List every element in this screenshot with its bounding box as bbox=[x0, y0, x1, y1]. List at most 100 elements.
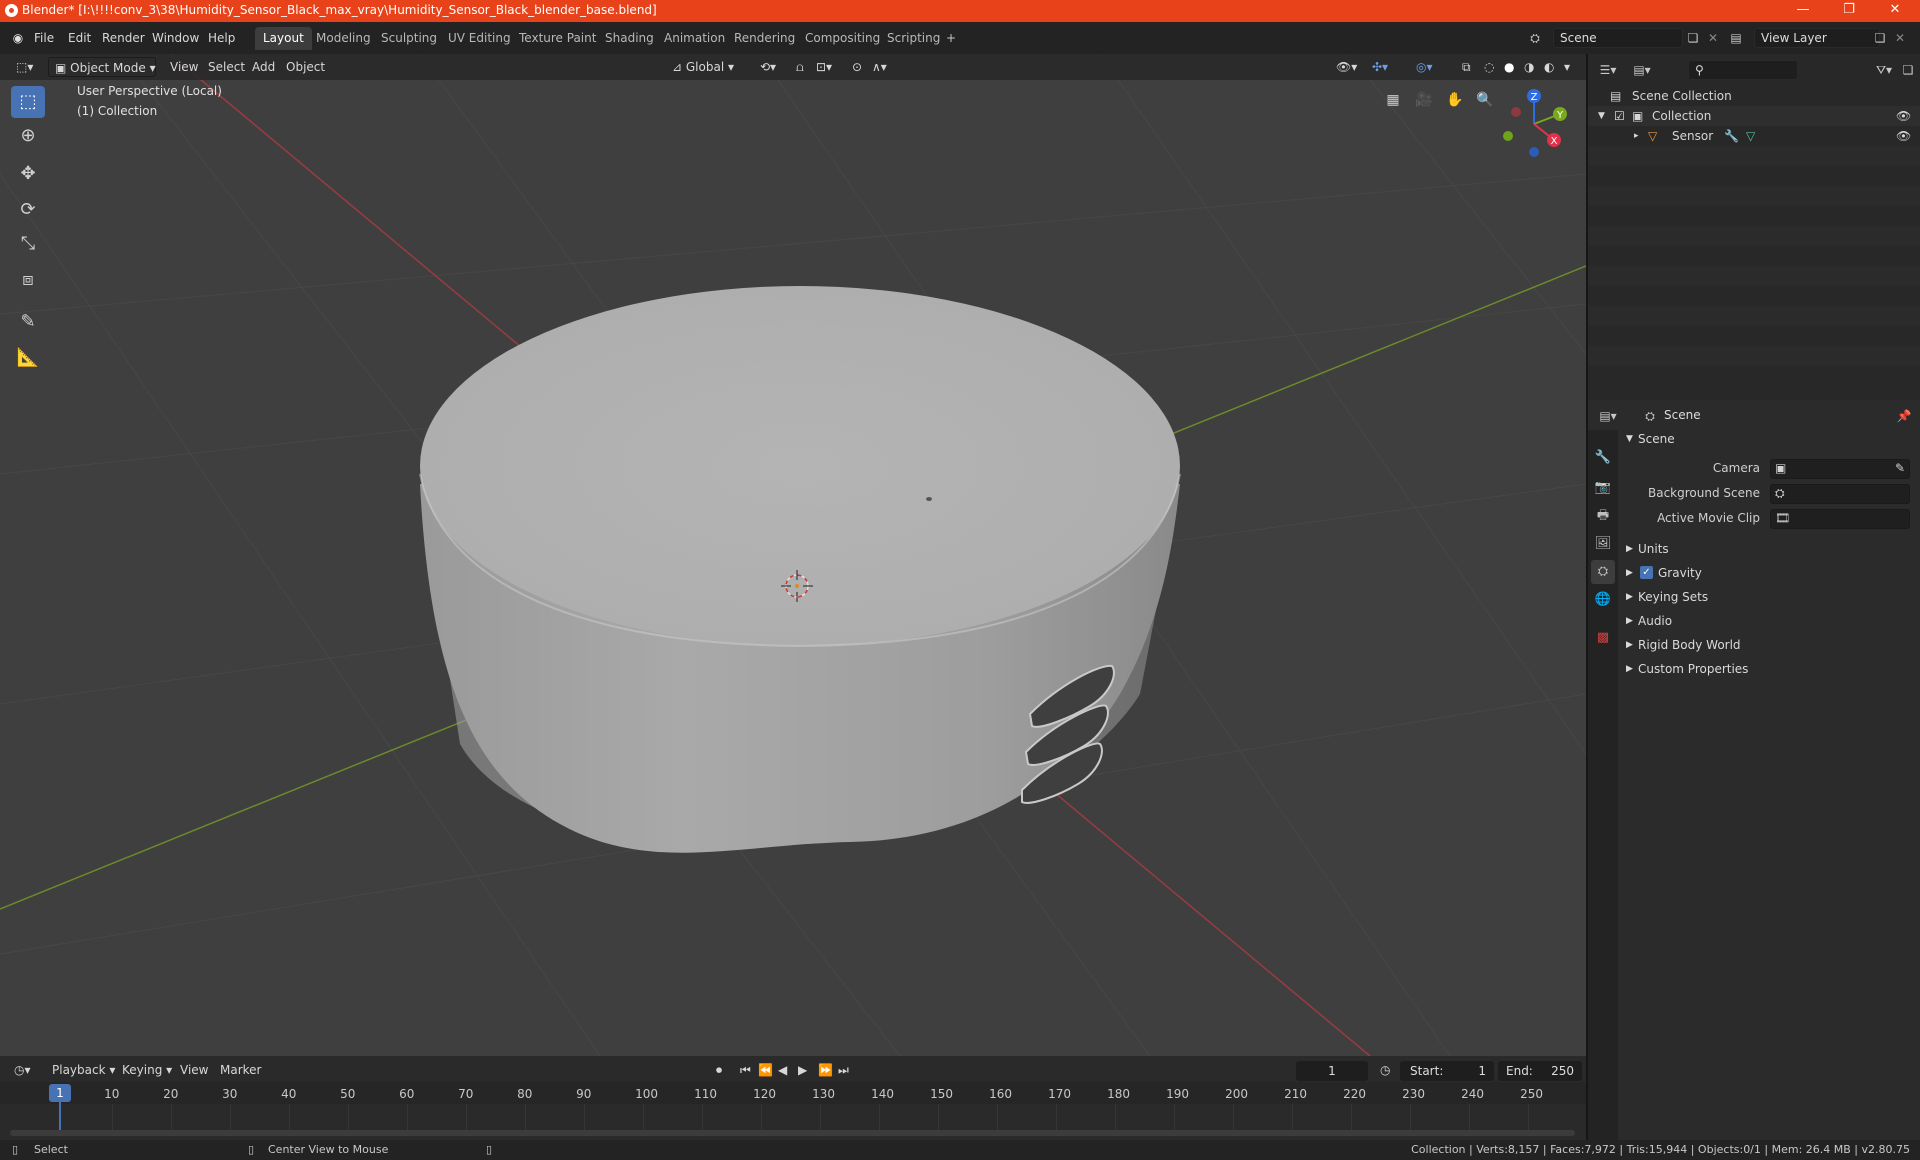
camera-field[interactable]: ▣ ✎ bbox=[1770, 459, 1910, 479]
menu-help[interactable]: Help bbox=[208, 28, 235, 48]
outliner-search-input[interactable]: ⚲ bbox=[1688, 60, 1798, 80]
orientation-dropdown[interactable]: ⊿ Global ▾ bbox=[666, 57, 740, 77]
camera-view-icon[interactable]: 🎥 bbox=[1410, 86, 1438, 114]
render-tab-icon[interactable]: 📷 bbox=[1591, 476, 1615, 500]
jump-end-icon[interactable]: ⏭ bbox=[832, 1060, 855, 1080]
shading-options-icon[interactable]: ▾ bbox=[1558, 57, 1576, 77]
editor-type-icon[interactable]: ⬚▾ bbox=[10, 57, 39, 77]
preview-range-icon[interactable]: ◷ bbox=[1374, 1060, 1396, 1080]
active-movie-clip-field[interactable]: 🎞 bbox=[1770, 509, 1910, 529]
play-reverse-icon[interactable]: ◀ bbox=[772, 1060, 793, 1080]
delete-view-layer-icon[interactable]: ✕ bbox=[1890, 28, 1910, 48]
playback-menu[interactable]: Playback ▾ bbox=[46, 1060, 121, 1080]
select-menu[interactable]: Select bbox=[202, 57, 251, 77]
background-scene-field[interactable]: ⛭ bbox=[1770, 484, 1910, 504]
gravity-checkbox[interactable]: ✓ bbox=[1640, 566, 1653, 579]
filter-icon[interactable]: ⛛▾ bbox=[1874, 60, 1894, 80]
cursor-tool-icon[interactable]: ⊕ bbox=[11, 120, 45, 152]
properties-editor-type-icon[interactable]: ▤▾ bbox=[1598, 406, 1618, 426]
timeline-scrollbar[interactable] bbox=[10, 1130, 1575, 1136]
tool-tab-icon[interactable]: 🔧 bbox=[1591, 446, 1615, 470]
menu-window[interactable]: Window bbox=[152, 28, 199, 48]
menu-edit[interactable]: Edit bbox=[68, 28, 91, 48]
mesh-data-icon[interactable]: ▽ bbox=[1746, 126, 1755, 146]
navigation-gizmo[interactable]: Z Y X bbox=[1494, 84, 1574, 164]
custom-properties-panel[interactable]: ▶ Custom Properties bbox=[1620, 657, 1920, 681]
view-layer-tab-icon[interactable]: 🖼 bbox=[1591, 532, 1615, 556]
visibility-icon[interactable]: 👁▾ bbox=[1330, 57, 1363, 77]
object-menu[interactable]: Object bbox=[280, 57, 331, 77]
outliner-row-scene-collection[interactable]: ▤ Scene Collection bbox=[1588, 86, 1920, 106]
sensor-object[interactable] bbox=[419, 286, 1181, 853]
view-layer-field[interactable]: View Layer bbox=[1754, 28, 1880, 48]
tab-layout[interactable]: Layout bbox=[255, 27, 312, 50]
collection-checkbox-icon[interactable]: ☑ bbox=[1614, 106, 1625, 126]
collection-visibility-icon[interactable]: 👁 bbox=[1896, 106, 1911, 126]
blender-menu-icon[interactable]: ◉ bbox=[8, 28, 28, 48]
menu-file[interactable]: File bbox=[34, 28, 54, 48]
tab-shading[interactable]: Shading bbox=[597, 27, 662, 50]
display-mode-icon[interactable]: ▤▾ bbox=[1632, 60, 1652, 80]
record-icon[interactable]: ⏺ bbox=[710, 1060, 728, 1080]
pin-icon[interactable]: 📌 bbox=[1894, 406, 1914, 426]
end-frame-field[interactable]: End: 250 bbox=[1498, 1061, 1582, 1081]
gravity-panel[interactable]: ▶ ✓ Gravity bbox=[1620, 561, 1920, 585]
restore-button[interactable]: ❐ bbox=[1826, 0, 1872, 22]
tab-uv-editing[interactable]: UV Editing bbox=[440, 27, 519, 50]
3d-viewport[interactable] bbox=[0, 54, 1586, 1056]
annotate-tool-icon[interactable]: ✎ bbox=[11, 306, 45, 338]
xray-toggle-icon[interactable]: ⧉ bbox=[1456, 57, 1477, 77]
outliner-row-sensor[interactable]: ▸ ▽ Sensor 🔧 ▽ 👁 bbox=[1588, 126, 1920, 146]
tab-sculpting[interactable]: Sculpting bbox=[373, 27, 445, 50]
transform-tool-icon[interactable]: ⧈ bbox=[11, 264, 45, 296]
keying-sets-panel[interactable]: ▶ Keying Sets bbox=[1620, 585, 1920, 609]
view-menu[interactable]: View bbox=[164, 57, 204, 77]
rigid-body-world-panel[interactable]: ▶ Rigid Body World bbox=[1620, 633, 1920, 657]
measure-tool-icon[interactable]: 📐 bbox=[11, 342, 45, 374]
timeline-view-menu[interactable]: View bbox=[174, 1060, 214, 1080]
current-frame-field[interactable]: 1 bbox=[1296, 1061, 1368, 1081]
proportional-falloff-icon[interactable]: ∧▾ bbox=[866, 57, 893, 77]
playhead-marker[interactable]: 1 bbox=[49, 1084, 71, 1102]
start-frame-field[interactable]: Start: 1 bbox=[1400, 1061, 1494, 1081]
tab-scripting[interactable]: Scripting bbox=[879, 27, 948, 50]
move-tool-icon[interactable]: ✥ bbox=[11, 158, 45, 190]
snap-target-icon[interactable]: ⊡▾ bbox=[810, 57, 838, 77]
menu-render[interactable]: Render bbox=[102, 28, 145, 48]
outliner-row-collection[interactable]: ▼ ☑ ▣ Collection 👁 bbox=[1588, 106, 1920, 126]
tab-compositing[interactable]: Compositing bbox=[797, 27, 888, 50]
add-menu[interactable]: Add bbox=[246, 57, 281, 77]
world-tab-icon[interactable]: 🌐 bbox=[1591, 588, 1615, 612]
snap-icon[interactable]: ⩍ bbox=[790, 57, 810, 77]
scene-panel-header[interactable]: ▼ Scene bbox=[1620, 427, 1920, 451]
minimize-button[interactable]: — bbox=[1780, 0, 1826, 22]
delete-scene-icon[interactable]: ✕ bbox=[1703, 28, 1723, 48]
add-workspace-button[interactable]: + bbox=[941, 28, 961, 48]
tab-modeling[interactable]: Modeling bbox=[308, 27, 379, 50]
new-view-layer-icon[interactable]: ❏ bbox=[1870, 28, 1890, 48]
tab-animation[interactable]: Animation bbox=[656, 27, 733, 50]
marker-menu[interactable]: Marker bbox=[214, 1060, 267, 1080]
modifier-icon[interactable]: 🔧 bbox=[1724, 126, 1739, 146]
sensor-visibility-icon[interactable]: 👁 bbox=[1896, 126, 1911, 146]
scale-tool-icon[interactable]: ⤡ bbox=[11, 228, 45, 260]
outliner-editor-type-icon[interactable]: ☰▾ bbox=[1598, 60, 1618, 80]
texture-tab-icon[interactable]: ▩ bbox=[1591, 626, 1615, 650]
view-layer-icon[interactable]: ▤ bbox=[1726, 28, 1746, 48]
toggle-grid-icon[interactable]: ▦ bbox=[1379, 86, 1407, 114]
play-icon[interactable]: ▶ bbox=[792, 1060, 813, 1080]
new-scene-icon[interactable]: ❏ bbox=[1683, 28, 1703, 48]
rotate-tool-icon[interactable]: ⟳ bbox=[11, 194, 45, 226]
scene-field[interactable]: Scene bbox=[1553, 28, 1683, 48]
proportional-edit-icon[interactable]: ⊙ bbox=[846, 57, 868, 77]
units-panel[interactable]: ▶ Units bbox=[1620, 537, 1920, 561]
keying-menu[interactable]: Keying ▾ bbox=[116, 1060, 178, 1080]
tab-texture-paint[interactable]: Texture Paint bbox=[511, 27, 604, 50]
select-box-tool-icon[interactable]: ⬚ bbox=[11, 86, 45, 118]
eyedropper-icon[interactable]: ✎ bbox=[1895, 461, 1905, 475]
close-button[interactable]: ✕ bbox=[1872, 0, 1918, 22]
pivot-point-icon[interactable]: ⟲▾ bbox=[754, 57, 782, 77]
scene-tab-icon[interactable]: ⛭ bbox=[1591, 560, 1615, 584]
overlay-toggle-icon[interactable]: ◎▾ bbox=[1410, 57, 1439, 77]
audio-panel[interactable]: ▶ Audio bbox=[1620, 609, 1920, 633]
